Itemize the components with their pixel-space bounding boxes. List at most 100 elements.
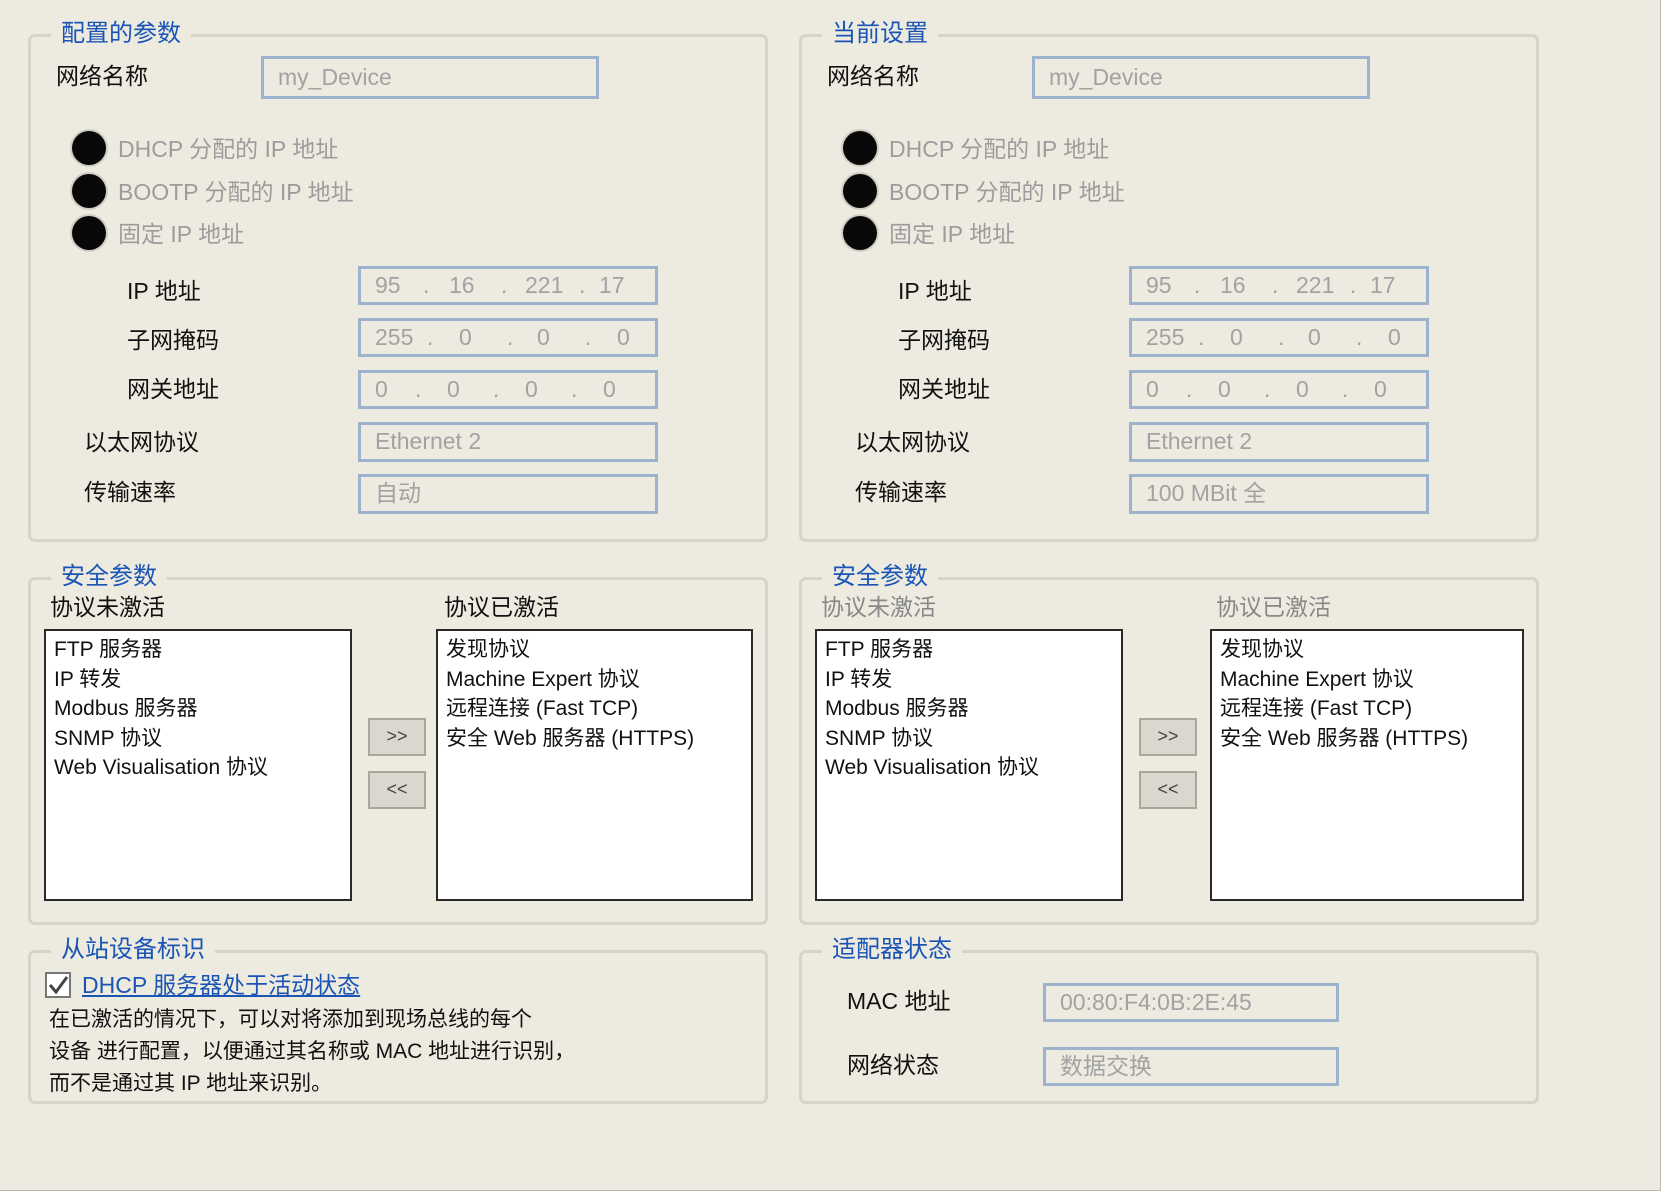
list-item[interactable]: 远程连接 (Fast TCP) xyxy=(1220,694,1514,724)
ip-separator: . xyxy=(1350,272,1357,298)
ip-separator: . xyxy=(427,324,434,350)
ip-separator: . xyxy=(1278,324,1285,350)
list-item[interactable]: Web Visualisation 协议 xyxy=(825,753,1113,783)
current-ip-address-label: IP 地址 xyxy=(898,278,972,304)
ip-octet: 0 xyxy=(1218,376,1231,402)
list-item[interactable]: Machine Expert 协议 xyxy=(1220,665,1514,695)
transfer-rate-field[interactable]: 自动 xyxy=(358,474,658,514)
ip-separator: . xyxy=(493,376,500,402)
ip-octet: 0 xyxy=(1146,376,1159,402)
ip-octet: 16 xyxy=(1220,272,1246,298)
ip-separator: . xyxy=(423,272,430,298)
current-gateway-field[interactable]: 0 . 0 . 0 . 0 xyxy=(1129,370,1429,409)
mac-address-label: MAC 地址 xyxy=(847,988,951,1014)
ip-octet: 17 xyxy=(1370,272,1396,298)
ethernet-protocol-label: 以太网协议 xyxy=(84,429,199,455)
network-settings-page: 配置的参数 网络名称 my_Device DHCP 分配的 IP 地址 BOOT… xyxy=(0,0,1661,1191)
inactive-protocols-list[interactable]: FTP 服务器 IP 转发 Modbus 服务器 SNMP 协议 Web Vis… xyxy=(44,629,352,901)
adapter-status-title: 适配器状态 xyxy=(822,933,962,967)
current-active-protocols-list[interactable]: 发现协议 Machine Expert 协议 远程连接 (Fast TCP) 安… xyxy=(1210,629,1524,901)
list-item[interactable]: Modbus 服务器 xyxy=(54,694,342,724)
ip-octet: 0 xyxy=(1374,376,1387,402)
fixed-ip-radio[interactable] xyxy=(72,216,106,250)
ip-separator: . xyxy=(1342,376,1349,402)
ip-octet: 0 xyxy=(375,376,388,402)
ip-octet: 255 xyxy=(1146,324,1185,350)
ip-octet: 0 xyxy=(1296,376,1309,402)
current-bootp-radio[interactable] xyxy=(843,174,877,208)
ip-octet: 221 xyxy=(525,272,564,298)
active-protocols-list[interactable]: 发现协议 Machine Expert 协议 远程连接 (Fast TCP) 安… xyxy=(436,629,753,901)
transfer-rate-label: 传输速率 xyxy=(84,479,176,505)
list-item[interactable]: Web Visualisation 协议 xyxy=(54,753,342,783)
ip-separator: . xyxy=(579,272,586,298)
current-security-params-title: 安全参数 xyxy=(822,560,938,594)
ip-octet: 95 xyxy=(1146,272,1172,298)
subnet-mask-field[interactable]: 255 . 0 . 0 . 0 xyxy=(358,318,658,357)
current-deactivate-protocol-button[interactable]: << xyxy=(1139,771,1197,809)
list-item[interactable]: IP 转发 xyxy=(825,665,1113,695)
current-subnet-mask-field[interactable]: 255 . 0 . 0 . 0 xyxy=(1129,318,1429,357)
dhcp-server-checkbox-label[interactable]: DHCP 服务器处于活动状态 xyxy=(82,970,360,1000)
list-item[interactable]: 安全 Web 服务器 (HTTPS) xyxy=(1220,724,1514,754)
list-item[interactable]: FTP 服务器 xyxy=(825,635,1113,665)
current-network-name-field[interactable]: my_Device xyxy=(1032,56,1370,99)
fixed-ip-radio-label: 固定 IP 地址 xyxy=(118,221,245,247)
list-item[interactable]: IP 转发 xyxy=(54,665,342,695)
list-item[interactable]: Machine Expert 协议 xyxy=(446,665,743,695)
current-ip-address-field[interactable]: 95 . 16 . 221 . 17 xyxy=(1129,266,1429,305)
ip-octet: 17 xyxy=(599,272,625,298)
list-item[interactable]: 安全 Web 服务器 (HTTPS) xyxy=(446,724,743,754)
dhcp-radio-label: DHCP 分配的 IP 地址 xyxy=(118,136,339,162)
list-item[interactable]: FTP 服务器 xyxy=(54,635,342,665)
current-settings-title: 当前设置 xyxy=(822,17,938,51)
bootp-radio[interactable] xyxy=(72,174,106,208)
description-line: 而不是通过其 IP 地址来识别。 xyxy=(49,1072,333,1095)
network-status-label: 网络状态 xyxy=(847,1052,939,1078)
ip-octet: 0 xyxy=(447,376,460,402)
ip-separator: . xyxy=(1194,272,1201,298)
subnet-mask-label: 子网掩码 xyxy=(127,327,219,353)
bootp-radio-label: BOOTP 分配的 IP 地址 xyxy=(118,179,354,205)
current-fixed-ip-radio[interactable] xyxy=(843,216,877,250)
dhcp-description: 在已激活的情况下，可以对将添加到现场总线的每个 设备 进行配置，以便通过其名称或… xyxy=(49,1004,575,1100)
current-ethernet-protocol-field[interactable]: Ethernet 2 xyxy=(1129,422,1429,462)
current-inactive-protocols-list[interactable]: FTP 服务器 IP 转发 Modbus 服务器 SNMP 协议 Web Vis… xyxy=(815,629,1123,901)
ip-separator: . xyxy=(501,272,508,298)
current-activate-protocol-button[interactable]: >> xyxy=(1139,718,1197,756)
list-item[interactable]: SNMP 协议 xyxy=(54,724,342,754)
list-item[interactable]: 发现协议 xyxy=(1220,635,1514,665)
list-item[interactable]: 发现协议 xyxy=(446,635,743,665)
current-subnet-mask-label: 子网掩码 xyxy=(898,327,990,353)
inactive-protocols-heading: 协议未激活 xyxy=(50,594,165,620)
dhcp-server-checkbox[interactable] xyxy=(45,972,71,998)
checkmark-icon xyxy=(48,976,69,995)
list-item[interactable]: SNMP 协议 xyxy=(825,724,1113,754)
ip-separator: . xyxy=(415,376,422,402)
network-name-field[interactable]: my_Device xyxy=(261,56,599,99)
dhcp-radio[interactable] xyxy=(72,131,106,165)
ip-octet: 255 xyxy=(375,324,414,350)
ethernet-protocol-field[interactable]: Ethernet 2 xyxy=(358,422,658,462)
ip-octet: 95 xyxy=(375,272,401,298)
current-dhcp-radio-label: DHCP 分配的 IP 地址 xyxy=(889,136,1110,162)
ip-address-field[interactable]: 95 . 16 . 221 . 17 xyxy=(358,266,658,305)
ip-separator: . xyxy=(571,376,578,402)
ip-separator: . xyxy=(1272,272,1279,298)
ip-octet: 0 xyxy=(459,324,472,350)
gateway-field[interactable]: 0 . 0 . 0 . 0 xyxy=(358,370,658,409)
configured-params-title: 配置的参数 xyxy=(51,17,191,51)
mac-address-field[interactable]: 00:80:F4:0B:2E:45 xyxy=(1043,983,1339,1022)
network-status-field[interactable]: 数据交换 xyxy=(1043,1047,1339,1086)
current-transfer-rate-field[interactable]: 100 MBit 全 xyxy=(1129,474,1429,514)
network-name-label: 网络名称 xyxy=(56,63,148,89)
list-item[interactable]: Modbus 服务器 xyxy=(825,694,1113,724)
ip-octet: 0 xyxy=(1308,324,1321,350)
current-dhcp-radio[interactable] xyxy=(843,131,877,165)
deactivate-protocol-button[interactable]: << xyxy=(368,771,426,809)
ip-separator: . xyxy=(1198,324,1205,350)
list-item[interactable]: 远程连接 (Fast TCP) xyxy=(446,694,743,724)
activate-protocol-button[interactable]: >> xyxy=(368,718,426,756)
security-params-title: 安全参数 xyxy=(51,560,167,594)
ip-separator: . xyxy=(1356,324,1363,350)
